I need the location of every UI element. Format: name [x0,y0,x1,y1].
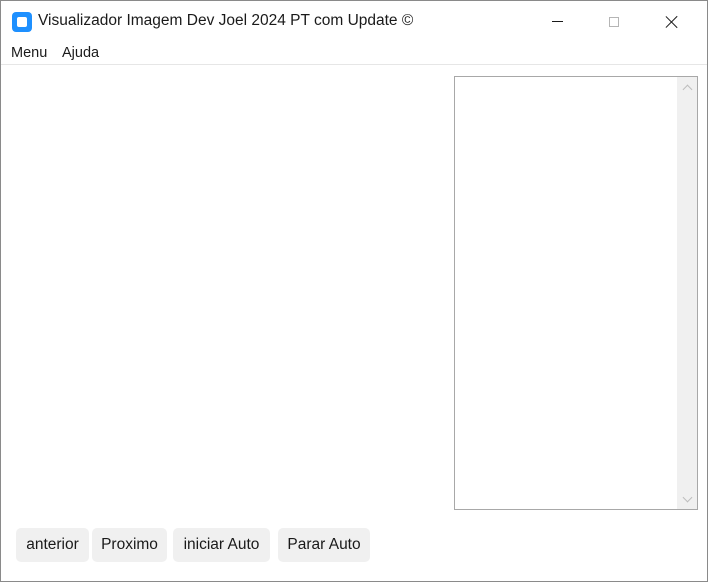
list-scrollbar[interactable] [677,77,697,509]
start-auto-button[interactable]: iniciar Auto [173,528,270,562]
stop-auto-button[interactable]: Parar Auto [278,528,370,562]
scroll-down-button[interactable] [677,490,697,508]
image-display-area [2,65,452,511]
chevron-down-icon [682,492,692,502]
close-button[interactable] [643,1,701,42]
menu-item-ajuda[interactable]: Ajuda [61,45,100,61]
window-title: Visualizador Imagem Dev Joel 2024 PT com… [38,12,414,29]
menu-item-menu[interactable]: Menu [10,45,48,61]
scroll-up-button[interactable] [677,78,697,96]
minimize-button[interactable] [528,1,586,42]
app-window: Visualizador Imagem Dev Joel 2024 PT com… [0,0,708,582]
title-bar[interactable]: Visualizador Imagem Dev Joel 2024 PT com… [1,1,707,42]
maximize-icon [609,16,619,27]
menu-bar: Menu Ajuda [1,42,707,65]
chevron-up-icon [682,84,692,94]
close-icon [665,15,679,29]
app-icon [12,12,32,32]
next-button[interactable]: Proximo [92,528,167,562]
maximize-button[interactable] [585,1,643,42]
minimize-icon [551,21,563,22]
image-list[interactable] [454,76,698,510]
previous-button[interactable]: anterior [16,528,89,562]
